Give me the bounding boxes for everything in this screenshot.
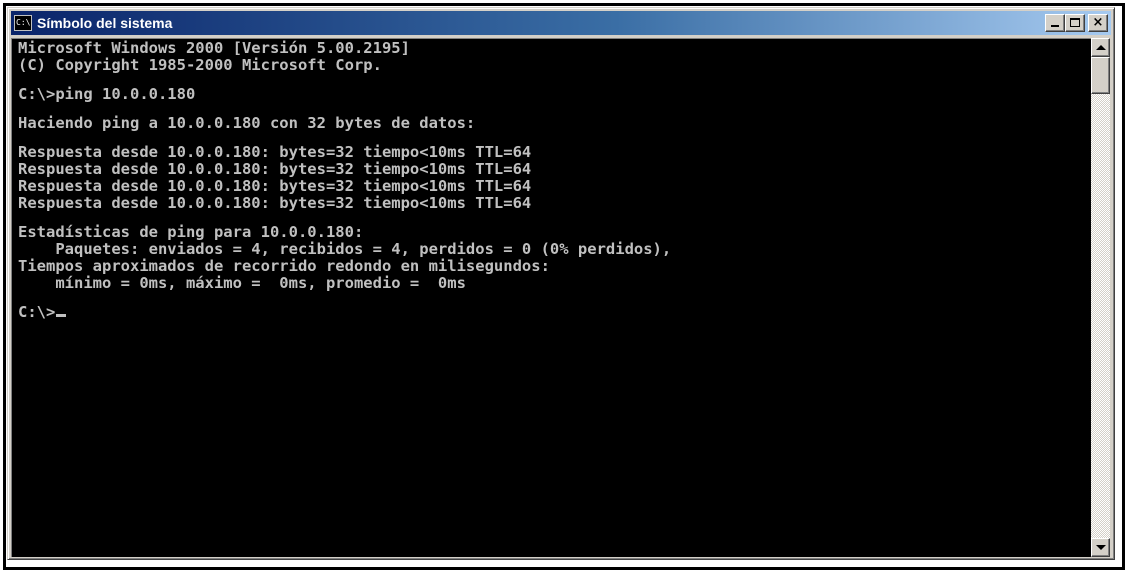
close-icon: ×: [1092, 15, 1104, 30]
ping-stats-line: Estadísticas de ping para 10.0.0.180:: [18, 223, 364, 241]
scroll-thumb[interactable]: [1091, 57, 1110, 94]
ping-reply-line: Respuesta desde 10.0.0.180: bytes=32 tie…: [18, 160, 532, 178]
command-prompt-window: C:\ Símbolo del sistema × Microsoft Wind…: [7, 7, 1115, 560]
console-prompt-line[interactable]: C:\>: [18, 304, 671, 321]
console-header-line: Microsoft Windows 2000 [Versión 5.00.219…: [18, 39, 410, 57]
window-title: Símbolo del sistema: [37, 15, 173, 31]
maximize-icon: [1070, 18, 1080, 27]
close-button[interactable]: ×: [1088, 14, 1108, 32]
arrow-up-icon: [1096, 45, 1106, 50]
title-bar[interactable]: C:\ Símbolo del sistema ×: [11, 11, 1111, 35]
scroll-up-button[interactable]: [1091, 38, 1110, 57]
console-header-line: (C) Copyright 1985-2000 Microsoft Corp.: [18, 56, 382, 74]
maximize-button[interactable]: [1065, 14, 1085, 32]
console-command-line: C:\>ping 10.0.0.180: [18, 85, 196, 103]
ping-stats-line: Paquetes: enviados = 4, recibidos = 4, p…: [18, 240, 672, 258]
ping-stats-line: mínimo = 0ms, máximo = 0ms, promedio = 0…: [18, 274, 466, 292]
minimize-icon: [1051, 25, 1059, 27]
console-text: Microsoft Windows 2000 [Versión 5.00.219…: [18, 40, 671, 321]
vertical-scrollbar[interactable]: [1091, 38, 1110, 557]
ping-reply-line: Respuesta desde 10.0.0.180: bytes=32 tie…: [18, 143, 532, 161]
prompt-text: C:\>: [18, 303, 56, 321]
text-cursor: [56, 314, 67, 317]
ping-reply-line: Respuesta desde 10.0.0.180: bytes=32 tie…: [18, 194, 532, 212]
minimize-button[interactable]: [1045, 14, 1065, 32]
console-output-area[interactable]: Microsoft Windows 2000 [Versión 5.00.219…: [11, 38, 1091, 557]
arrow-down-icon: [1096, 545, 1106, 550]
ping-reply-line: Respuesta desde 10.0.0.180: bytes=32 tie…: [18, 177, 532, 195]
ping-stats-line: Tiempos aproximados de recorrido redondo…: [18, 257, 550, 275]
console-pinging-line: Haciendo ping a 10.0.0.180 con 32 bytes …: [18, 114, 476, 132]
console-icon[interactable]: C:\: [14, 15, 32, 31]
scroll-down-button[interactable]: [1091, 538, 1110, 557]
